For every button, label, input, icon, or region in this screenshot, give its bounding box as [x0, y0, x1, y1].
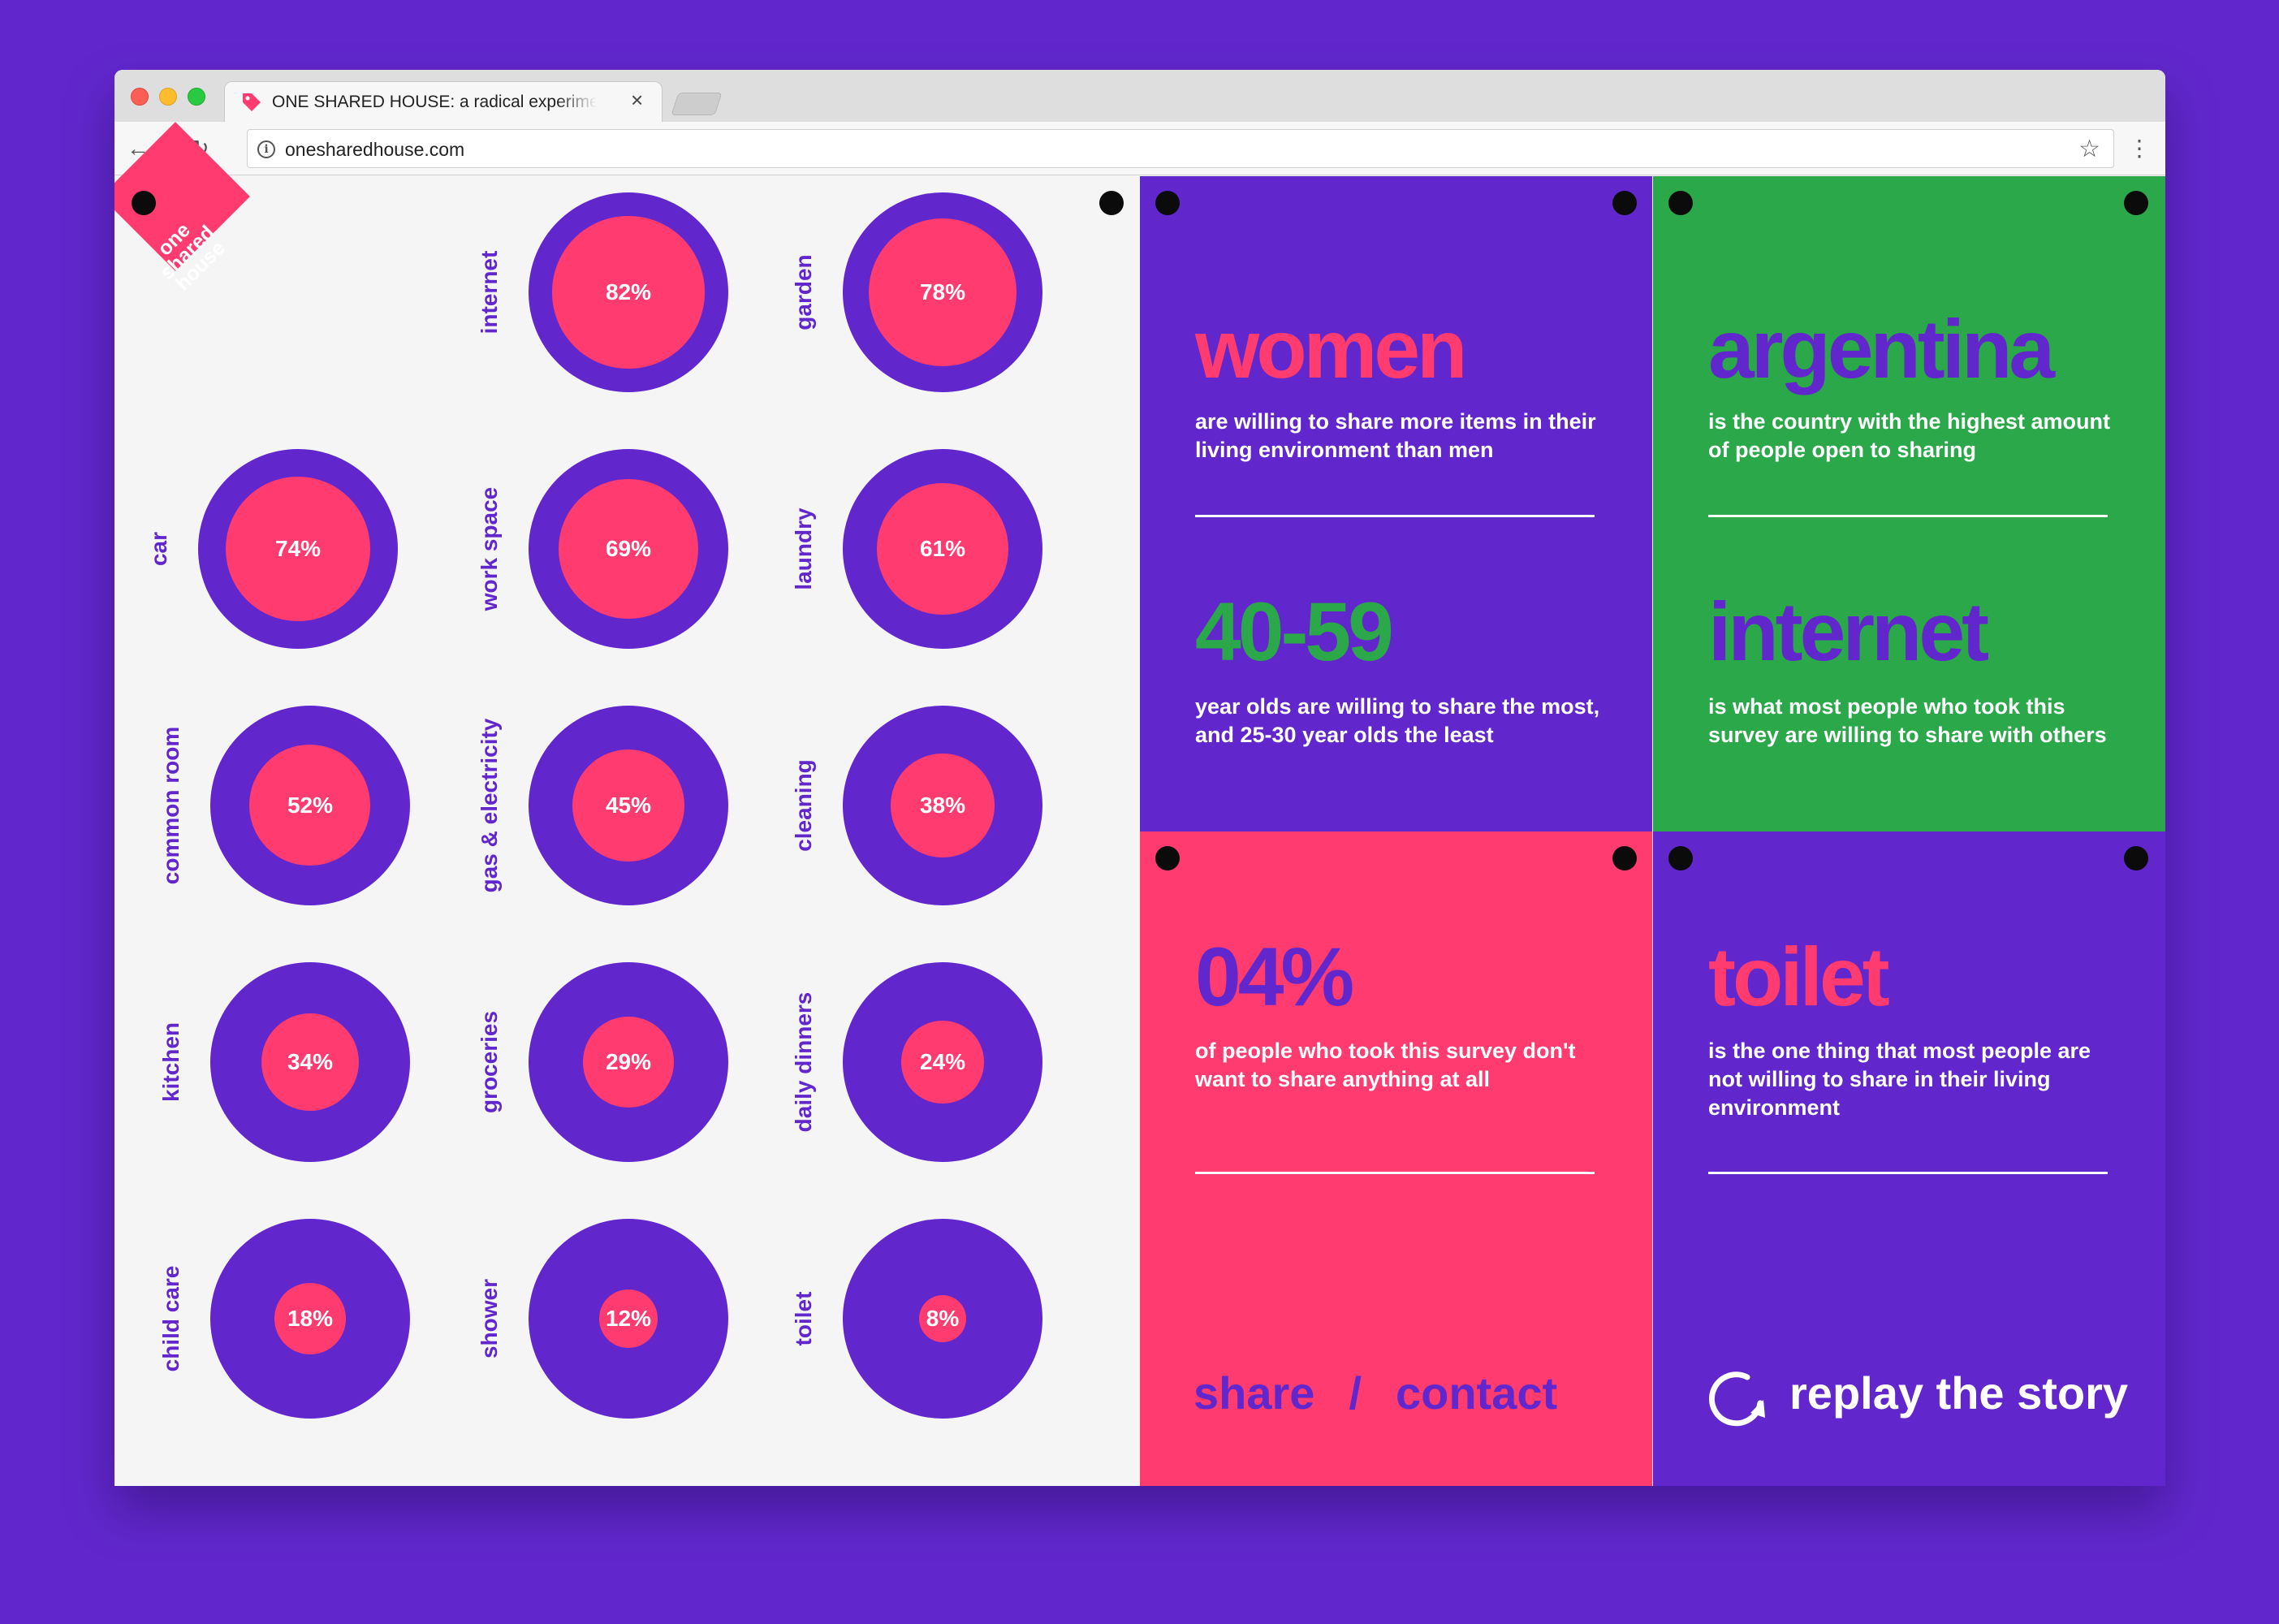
stat-value: 82% — [605, 279, 652, 304]
stat-outer-ring: 8% — [843, 1219, 1042, 1419]
stat-outer-ring: 18% — [210, 1219, 410, 1419]
card-headline: toilet — [1708, 931, 1890, 1023]
stat-value: 45% — [605, 793, 652, 818]
stat-value: 69% — [605, 536, 652, 561]
pin-dot-icon — [1612, 191, 1637, 215]
link-separator: / — [1349, 1367, 1362, 1419]
tab-title: ONE SHARED HOUSE: a radical experiment — [272, 93, 597, 112]
card-headline: internet — [1708, 585, 1989, 678]
stat-outer-ring: 74% — [198, 449, 398, 649]
card-headline: 40-59 — [1195, 585, 1394, 678]
card-text: year olds are willing to share the most,… — [1195, 694, 1600, 747]
stat-label: kitchen — [158, 1021, 183, 1103]
divider — [1195, 515, 1595, 517]
stat-value: 61% — [919, 536, 966, 561]
stat-outer-ring: 12% — [529, 1219, 728, 1419]
pin-dot-icon — [1155, 191, 1180, 215]
stat-outer-ring: 24% — [843, 962, 1042, 1162]
bookmark-star-icon[interactable]: ☆ — [2078, 135, 2100, 163]
stat-value: 12% — [605, 1306, 652, 1331]
card-women: women are willing to share more items in… — [1140, 176, 1652, 831]
stat-label: garden — [791, 254, 816, 330]
new-tab-button[interactable] — [671, 93, 723, 115]
pin-dot-icon — [1668, 191, 1693, 215]
page-content: one shared house 82% internet 78% garden 74%… — [114, 122, 2165, 1486]
card-text: of people who took this survey don't wan… — [1195, 1039, 1576, 1091]
pin-dot-icon — [1612, 846, 1637, 870]
stat-outer-ring: 38% — [843, 706, 1042, 905]
stat-label: cleaning — [791, 759, 816, 852]
stat-value: 38% — [919, 793, 966, 818]
pin-dot-icon — [1099, 191, 1124, 215]
stat-value: 8% — [926, 1306, 960, 1331]
card-text: are willing to share more items in their… — [1195, 409, 1596, 462]
minimize-window-button[interactable] — [159, 88, 177, 106]
replay-label: replay the story — [1789, 1367, 2129, 1419]
card-nothing: 04% of people who took this survey don't… — [1140, 831, 1652, 1486]
card-headline: women — [1195, 303, 1467, 395]
browser-window: ONE SHARED HOUSE: a radical experiment ×… — [114, 70, 2165, 1486]
card-text: is the country with the highest amount o… — [1708, 409, 2111, 462]
stat-outer-ring: 61% — [843, 449, 1042, 649]
stat-value: 24% — [919, 1049, 966, 1074]
stat-outer-ring: 69% — [529, 449, 728, 649]
maximize-window-button[interactable] — [188, 88, 205, 106]
stat-label: toilet — [791, 1291, 816, 1346]
stat-label: gas & electricity — [477, 718, 502, 893]
stat-outer-ring: 34% — [210, 962, 410, 1162]
pin-dot-icon — [2124, 191, 2148, 215]
replay-icon — [1709, 1371, 1765, 1427]
browser-toolbar: ← → ↻ i onesharedhouse.com ☆ ⋮ — [114, 122, 2165, 175]
kebab-menu-icon[interactable]: ⋮ — [2128, 136, 2151, 161]
pin-dot-icon — [1155, 846, 1180, 870]
stat-value: 18% — [287, 1306, 334, 1331]
footer-links: share / contact — [1193, 1367, 1557, 1419]
divider — [1708, 1172, 2108, 1174]
stat-value: 52% — [287, 793, 334, 818]
stat-label: groceries — [477, 1010, 502, 1114]
stat-label: internet — [477, 250, 502, 335]
pin-dot-icon — [1668, 846, 1693, 870]
address-bar[interactable]: i onesharedhouse.com ☆ — [247, 129, 2114, 168]
stats-panel: one shared house 82% internet 78% garden 74%… — [114, 122, 1140, 1486]
stat-label: work space — [477, 486, 502, 611]
divider — [1708, 515, 2108, 517]
share-link[interactable]: share — [1193, 1367, 1314, 1419]
stat-value: 78% — [919, 279, 966, 304]
stat-label: daily dinners — [791, 991, 816, 1133]
stat-outer-ring: 52% — [210, 706, 410, 905]
stat-outer-ring: 82% — [529, 192, 728, 392]
stat-label: shower — [477, 1278, 502, 1359]
pin-dot-icon — [2124, 846, 2148, 870]
tab-bar: ONE SHARED HOUSE: a radical experiment × — [114, 70, 2165, 122]
card-headline: argentina — [1708, 303, 2055, 395]
stat-value: 29% — [605, 1049, 652, 1074]
stat-outer-ring: 29% — [529, 962, 728, 1162]
card-text: is the one thing that most people are no… — [1708, 1039, 2091, 1120]
pin-dot-icon — [132, 191, 156, 215]
card-text: is what most people who took this survey… — [1708, 694, 2107, 747]
stat-outer-ring: 45% — [529, 706, 728, 905]
card-toilet: toilet is the one thing that most people… — [1653, 831, 2165, 1486]
stat-label: child care — [158, 1265, 183, 1372]
card-headline: 04% — [1195, 931, 1354, 1023]
tag-favicon-icon — [243, 93, 261, 111]
stat-label: laundry — [791, 508, 816, 590]
browser-tab[interactable]: ONE SHARED HOUSE: a radical experiment × — [224, 81, 663, 122]
close-window-button[interactable] — [131, 88, 149, 106]
stat-label: common room — [158, 726, 183, 885]
tab-close-icon[interactable]: × — [631, 89, 643, 110]
stat-value: 34% — [287, 1049, 334, 1074]
contact-link[interactable]: contact — [1396, 1367, 1557, 1419]
info-icon[interactable]: i — [257, 140, 275, 158]
card-argentina: argentina is the country with the highes… — [1653, 176, 2165, 831]
stat-outer-ring: 78% — [843, 192, 1042, 392]
url-text[interactable]: onesharedhouse.com — [285, 139, 464, 161]
divider — [1195, 1172, 1595, 1174]
stat-label: car — [146, 531, 171, 567]
stat-value: 74% — [274, 536, 322, 561]
